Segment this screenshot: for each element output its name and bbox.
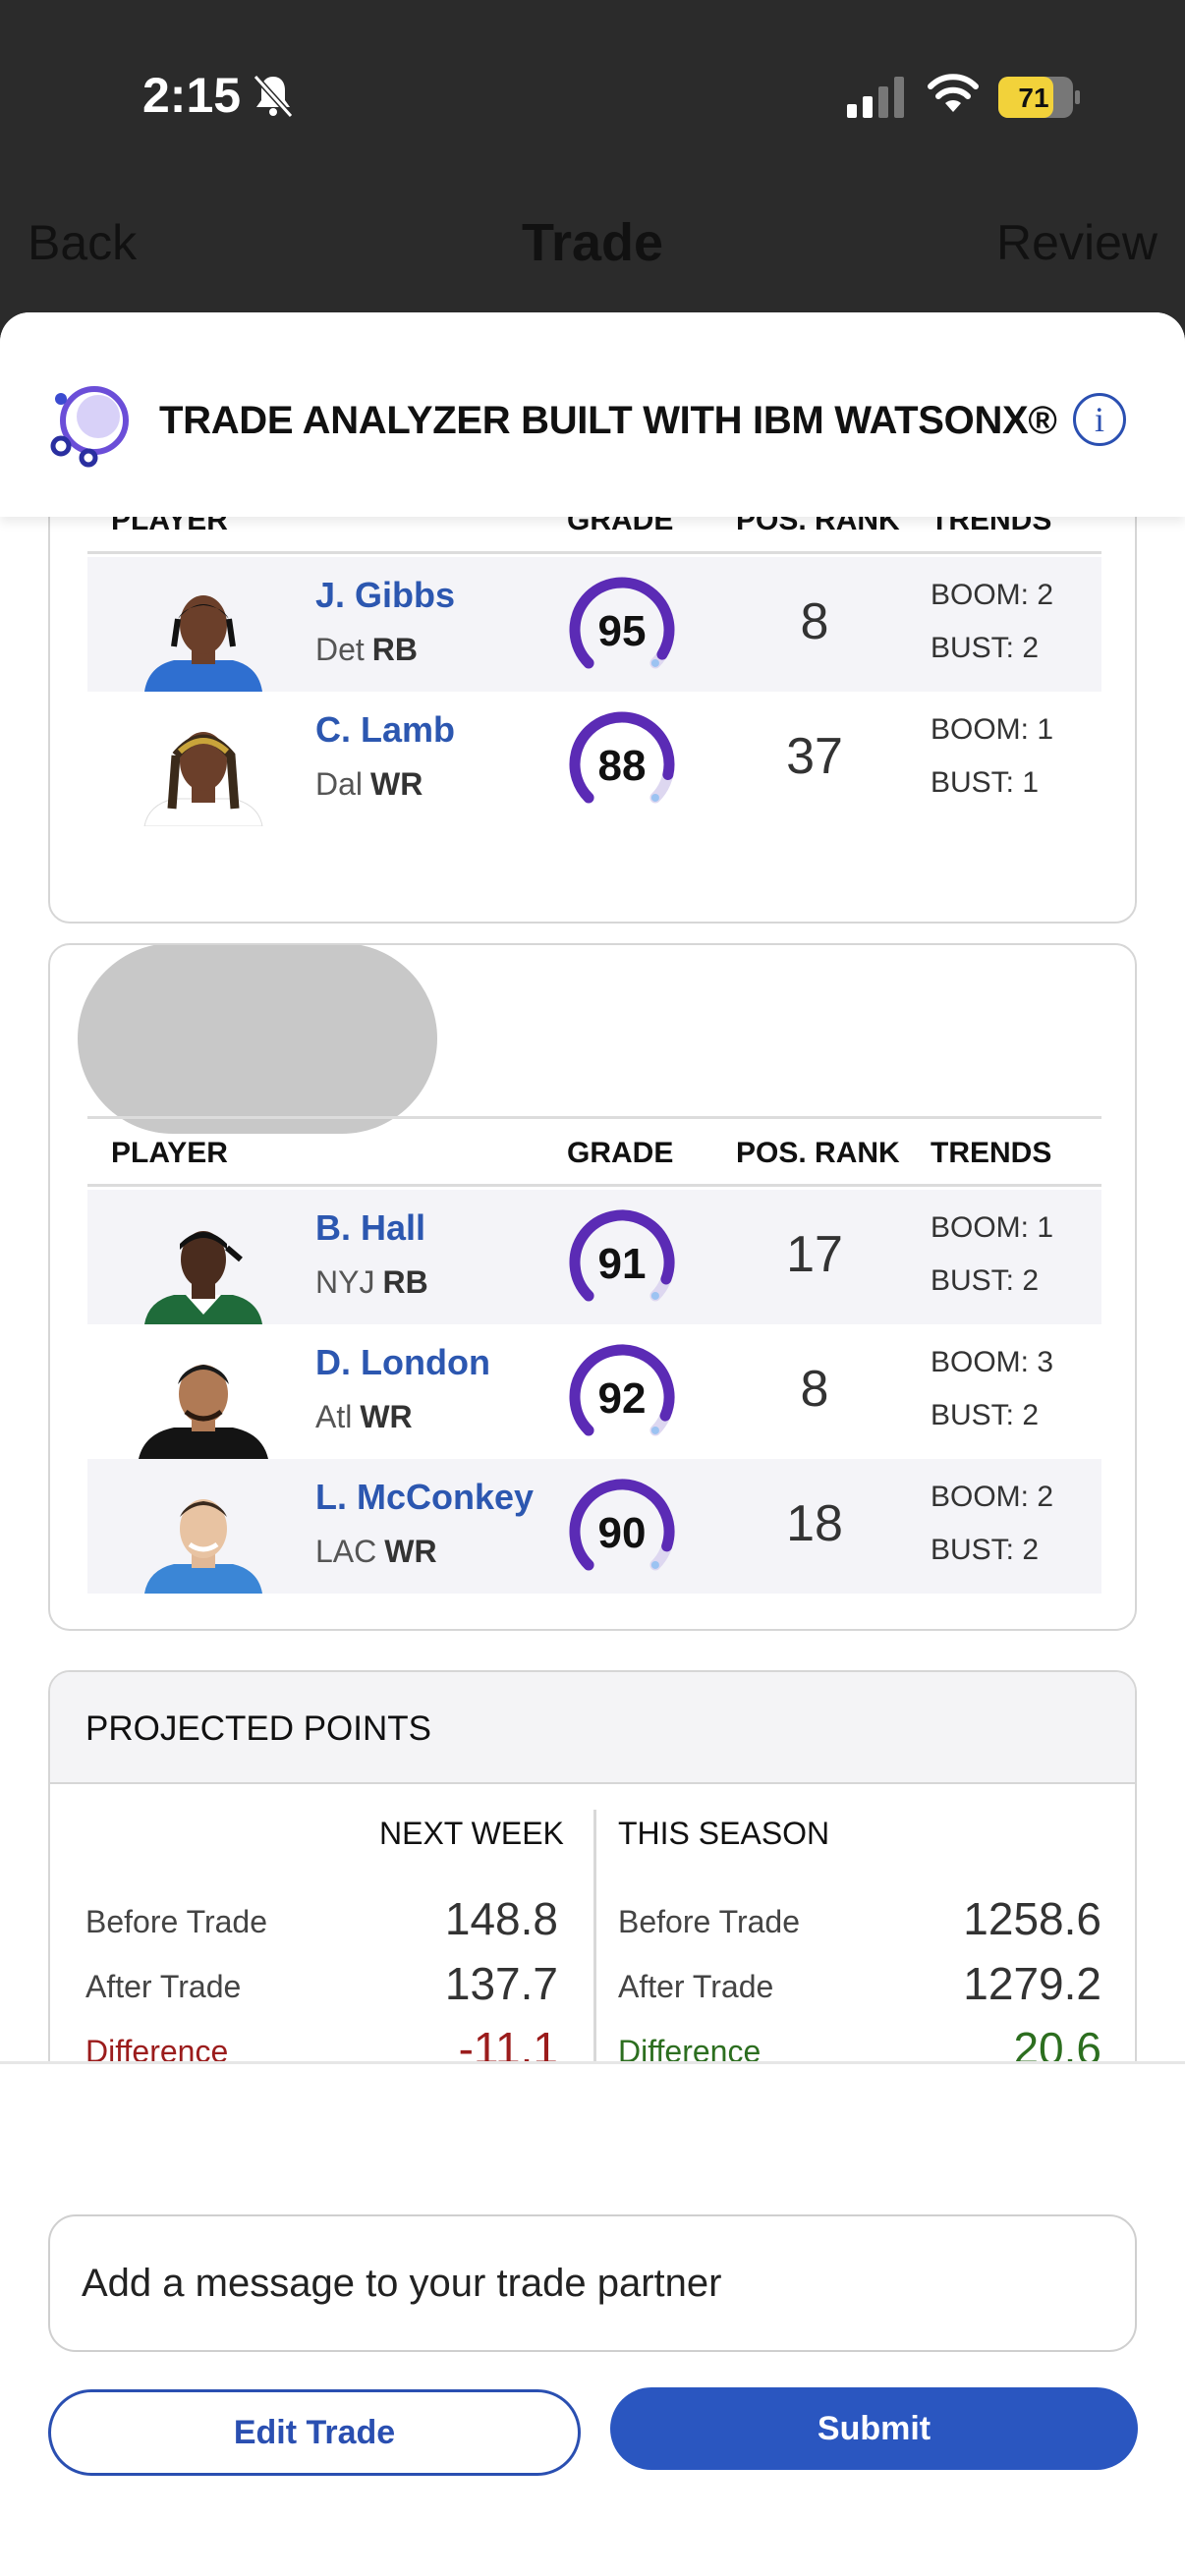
team-abbr: Atl xyxy=(315,1399,353,1434)
table-header: PLAYER GRADE POS. RANK TRENDS xyxy=(87,1116,1101,1187)
watsonx-logo-icon xyxy=(50,386,129,468)
team-abbr: Dal xyxy=(315,766,364,802)
after-trade-label: After Trade xyxy=(85,1969,242,2004)
team-card-receiving: PLAYER GRADE POS. RANK TRENDS B. Hall NY… xyxy=(48,943,1137,1631)
bust-count: BUST: 1 xyxy=(931,766,1040,799)
player-photo xyxy=(143,732,263,826)
pos-rank: 8 xyxy=(800,1361,829,1418)
grade-value: 92 xyxy=(598,1374,647,1423)
cellular-signal-icon xyxy=(847,77,904,118)
team-abbr: NYJ xyxy=(315,1264,375,1300)
grade-value: 88 xyxy=(598,742,647,790)
pos-rank: 8 xyxy=(800,593,829,650)
analyzer-header: TRADE ANALYZER BUILT WITH IBM WATSONX® i xyxy=(0,312,1185,517)
boom-count: BOOM: 1 xyxy=(931,713,1054,746)
before-trade-label: Before Trade xyxy=(85,1904,267,1939)
pos-rank: 37 xyxy=(786,728,843,785)
before-trade-label: Before Trade xyxy=(618,1904,800,1939)
pos-rank: 18 xyxy=(786,1495,843,1552)
after-trade-label: After Trade xyxy=(618,1969,774,2004)
player-name[interactable]: B. Hall xyxy=(315,1207,425,1249)
bust-count: BUST: 2 xyxy=(931,1534,1040,1566)
player-photo xyxy=(144,1499,262,1594)
next-week-after: 137.7 xyxy=(444,1958,558,2009)
season-before: 1258.6 xyxy=(963,1893,1101,1944)
header-trends: TRENDS xyxy=(931,1137,1052,1169)
position: RB xyxy=(382,1264,428,1300)
player-name[interactable]: J. Gibbs xyxy=(315,575,455,616)
boom-count: BOOM: 3 xyxy=(931,1346,1054,1378)
grade-value: 95 xyxy=(598,607,647,655)
status-bar: 2:15 71 xyxy=(0,0,1185,196)
player-row[interactable]: B. Hall NYJ RB 91 17 BOOM: 1 BUST: 2 xyxy=(87,1190,1101,1324)
team-card-giving: PLAYER GRADE POS. RANK TRENDS J. Gibbs D… xyxy=(48,477,1137,924)
player-photo xyxy=(144,595,262,692)
header-pos-rank: POS. RANK xyxy=(736,1137,900,1169)
player-name[interactable]: L. McConkey xyxy=(315,1477,534,1518)
grade-gauge: 91 xyxy=(569,1209,675,1302)
player-team: NYJ RB xyxy=(315,1264,428,1301)
bust-count: BUST: 2 xyxy=(931,632,1040,664)
player-name[interactable]: D. London xyxy=(315,1342,490,1383)
message-input[interactable]: Add a message to your trade partner xyxy=(48,2214,1137,2352)
position: WR xyxy=(384,1534,437,1569)
player-team: Atl WR xyxy=(315,1399,413,1435)
info-icon[interactable]: i xyxy=(1073,393,1126,446)
season-after: 1279.2 xyxy=(963,1958,1101,2009)
boom-count: BOOM: 2 xyxy=(931,1481,1054,1513)
player-team: Det RB xyxy=(315,632,418,668)
boom-count: BOOM: 2 xyxy=(931,579,1054,611)
player-row[interactable]: J. Gibbs Det RB 95 8 BOOM: 2 BUST: 2 xyxy=(87,557,1101,692)
grade-value: 90 xyxy=(598,1509,647,1557)
player-photo xyxy=(144,1231,262,1324)
player-row[interactable]: L. McConkey LAC WR 90 18 BOOM: 2 BUST: 2 xyxy=(87,1459,1101,1594)
bust-count: BUST: 2 xyxy=(931,1399,1040,1431)
header-player: PLAYER xyxy=(111,1137,228,1169)
next-week-header: NEXT WEEK xyxy=(379,1816,564,1851)
grade-gauge: 92 xyxy=(569,1344,675,1436)
position: WR xyxy=(370,766,423,802)
review-button[interactable]: Review xyxy=(996,214,1157,271)
analyzer-title: TRADE ANALYZER BUILT WITH IBM WATSONX® xyxy=(159,399,1057,442)
grade-gauge: 95 xyxy=(569,577,675,669)
edit-trade-button[interactable]: Edit Trade xyxy=(48,2389,581,2476)
team-abbr: Det xyxy=(315,632,365,667)
player-row[interactable]: D. London Atl WR 92 8 BOOM: 3 BUST: 2 xyxy=(87,1324,1101,1459)
position: WR xyxy=(360,1399,413,1434)
battery-icon: 71 xyxy=(998,77,1080,118)
projected-points-card: PROJECTED POINTS NEXT WEEK Before Trade … xyxy=(48,1670,1137,2118)
player-team: Dal WR xyxy=(315,766,423,803)
status-time: 2:15 xyxy=(142,68,242,123)
grade-gauge: 90 xyxy=(569,1479,675,1571)
projected-points-title: PROJECTED POINTS xyxy=(85,1709,431,1748)
pos-rank: 17 xyxy=(786,1226,843,1283)
battery-level: 71 xyxy=(1018,83,1048,113)
submit-button[interactable]: Submit xyxy=(610,2387,1138,2470)
team-abbr: LAC xyxy=(315,1534,377,1569)
grade-value: 91 xyxy=(598,1240,647,1288)
player-row[interactable]: C. Lamb Dal WR 88 37 BOOM: 1 BUST: 1 xyxy=(87,692,1101,826)
grade-gauge: 88 xyxy=(569,711,675,804)
projected-points-header: PROJECTED POINTS xyxy=(50,1672,1135,1784)
boom-count: BOOM: 1 xyxy=(931,1211,1054,1244)
next-week-before: 148.8 xyxy=(444,1893,558,1944)
player-name[interactable]: C. Lamb xyxy=(315,709,455,751)
redacted-team-name xyxy=(78,945,437,1134)
column-divider xyxy=(593,1810,596,2100)
player-photo xyxy=(139,1365,268,1459)
position: RB xyxy=(371,632,419,667)
wifi-icon xyxy=(928,74,979,112)
header-grade: GRADE xyxy=(567,1137,674,1169)
bell-muted-icon xyxy=(253,74,294,119)
player-team: LAC WR xyxy=(315,1534,437,1570)
this-season-header: THIS SEASON xyxy=(618,1816,830,1851)
bust-count: BUST: 2 xyxy=(931,1264,1040,1297)
